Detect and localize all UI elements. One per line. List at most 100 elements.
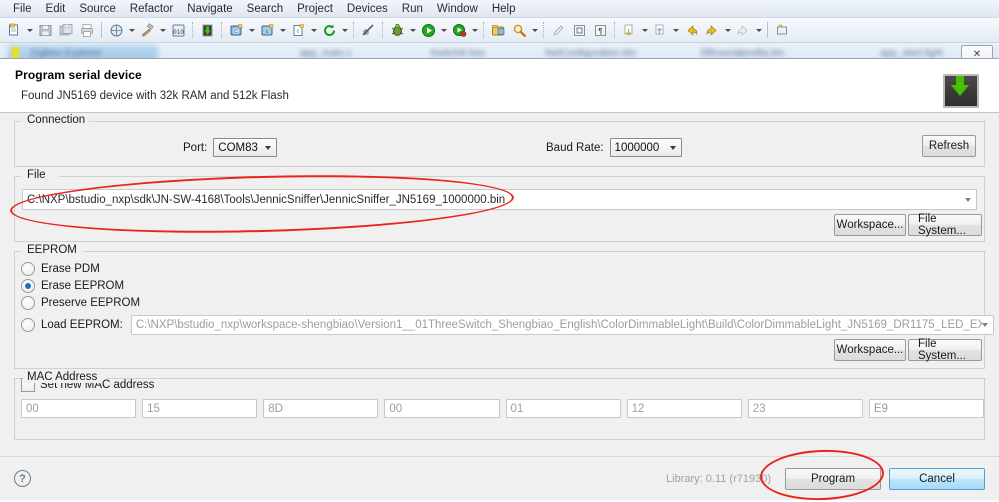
chevron-down-icon: [965, 197, 971, 202]
previous-annotation-dropdown-icon[interactable]: [671, 21, 680, 40]
forward-dropdown-icon[interactable]: [723, 21, 732, 40]
forward-grey-icon[interactable]: [734, 21, 753, 40]
mac-octet-3[interactable]: 00: [384, 399, 500, 418]
port-select[interactable]: COM83: [213, 138, 278, 157]
mac-octet-5[interactable]: 12: [626, 399, 742, 418]
menu-item-refactor[interactable]: Refactor: [123, 0, 180, 18]
mac-octet-1[interactable]: 15: [142, 399, 258, 418]
forward-grey-dropdown-icon[interactable]: [754, 21, 763, 40]
dialog-header: Program serial device Found JN5169 devic…: [0, 59, 999, 113]
menu-item-project[interactable]: Project: [290, 0, 340, 18]
mac-octet-2[interactable]: 8D: [263, 399, 379, 418]
eeprom-group: EEPROM Erase PDM Erase EEPROM Preserve E…: [14, 244, 994, 369]
menu-item-help[interactable]: Help: [485, 0, 523, 18]
menu-item-search[interactable]: Search: [240, 0, 290, 18]
eeprom-option-label: Erase EEPROM: [41, 280, 125, 292]
search-dropdown-icon[interactable]: [530, 21, 539, 40]
set-new-mac-checkbox-row[interactable]: Set new MAC address: [21, 378, 984, 392]
menu-item-window[interactable]: Window: [430, 0, 485, 18]
build-dropdown-icon[interactable]: [127, 21, 136, 40]
port-value: COM83: [218, 141, 258, 154]
menu-bar: File Edit Source Refactor Navigate Searc…: [0, 0, 999, 18]
eeprom-option-load-eeprom[interactable]: Load EEPROM: C:\NXP\bstudio_nxp\workspac…: [21, 315, 994, 335]
program-serial-device-dialog: Program serial device Found JN5169 devic…: [0, 58, 999, 502]
mac-octet-0[interactable]: 00: [21, 399, 137, 418]
connection-legend: Connection: [23, 114, 90, 126]
svg-text:¶: ¶: [598, 27, 602, 36]
debug-dropdown-icon[interactable]: [408, 21, 417, 40]
show-whitespace-icon[interactable]: [570, 21, 589, 40]
cancel-button[interactable]: Cancel: [889, 467, 985, 490]
build-hammer-dropdown-icon[interactable]: [158, 21, 167, 40]
program-button[interactable]: Program: [785, 467, 881, 490]
mac-octet-7[interactable]: E9: [868, 399, 984, 418]
new-file-dropdown-icon[interactable]: [25, 21, 34, 40]
run-icon[interactable]: [419, 21, 438, 40]
file-workspace-button[interactable]: Workspace...: [834, 214, 906, 236]
previous-annotation-icon[interactable]: [651, 21, 670, 40]
menu-item-navigate[interactable]: Navigate: [180, 0, 239, 18]
file-group: File C:\NXP\bstudio_nxp\sdk\JN-SW-4168\T…: [14, 169, 986, 242]
profile-icon[interactable]: [450, 21, 469, 40]
menu-item-devices[interactable]: Devices: [340, 0, 395, 18]
flash-program-icon[interactable]: [198, 21, 217, 40]
back-icon[interactable]: [682, 21, 701, 40]
refresh-dropdown-icon[interactable]: [340, 21, 349, 40]
search-icon[interactable]: [510, 21, 529, 40]
binary-icon[interactable]: 010: [169, 21, 188, 40]
eeprom-option-erase-pdm[interactable]: Erase PDM: [21, 262, 984, 276]
show-marks-icon[interactable]: ¶: [591, 21, 610, 40]
help-icon[interactable]: ?: [14, 470, 31, 487]
mac-address-group: MAC Address Set new MAC address 00 15 8D…: [14, 371, 986, 440]
restore-icon[interactable]: [773, 21, 792, 40]
connection-group: Connection Port: COM83 Baud Rate: 100000…: [14, 114, 986, 167]
menu-item-run[interactable]: Run: [395, 0, 430, 18]
profile-dropdown-icon[interactable]: [470, 21, 479, 40]
new-c-project-dropdown-icon[interactable]: [247, 21, 256, 40]
eeprom-option-preserve-eeprom[interactable]: Preserve EEPROM: [21, 296, 984, 310]
load-eeprom-path-value: C:\NXP\bstudio_nxp\workspace-shengbiao\V…: [135, 319, 982, 331]
load-eeprom-path-combo[interactable]: C:\NXP\bstudio_nxp\workspace-shengbiao\V…: [130, 315, 994, 335]
file-filesystem-button[interactable]: File System...: [908, 213, 982, 237]
menu-item-file[interactable]: File: [6, 0, 39, 18]
new-cpp-project-dropdown-icon[interactable]: [278, 21, 287, 40]
next-annotation-icon[interactable]: [620, 21, 639, 40]
mac-octet-4[interactable]: 01: [505, 399, 621, 418]
file-legend: File: [23, 169, 50, 181]
svg-text:010: 010: [173, 29, 184, 36]
eeprom-option-label: Preserve EEPROM: [41, 297, 141, 309]
refresh-project-icon[interactable]: [320, 21, 339, 40]
eeprom-option-erase-eeprom[interactable]: Erase EEPROM: [21, 279, 984, 293]
menu-item-source[interactable]: Source: [72, 0, 122, 18]
new-file-icon[interactable]: [5, 21, 24, 40]
pencil-icon[interactable]: [549, 21, 568, 40]
run-dropdown-icon[interactable]: [439, 21, 448, 40]
new-c-file-dropdown-icon[interactable]: [309, 21, 318, 40]
mac-octet-6[interactable]: 23: [747, 399, 863, 418]
chevron-down-icon: [265, 145, 272, 150]
refresh-button[interactable]: Refresh: [922, 135, 976, 157]
baud-rate-select[interactable]: 1000000: [609, 138, 682, 157]
library-version-text: Library: 0.11 (r71930): [666, 472, 771, 485]
dialog-subtitle: Found JN5169 device with 32k RAM and 512…: [21, 90, 289, 102]
new-c-project-icon[interactable]: C: [227, 21, 246, 40]
open-perspective-icon[interactable]: [489, 21, 508, 40]
chevron-down-icon: [669, 145, 676, 150]
debug-icon[interactable]: [388, 21, 407, 40]
forward-icon[interactable]: [703, 21, 722, 40]
skip-breakpoints-icon[interactable]: [359, 21, 378, 40]
eeprom-filesystem-button[interactable]: File System...: [908, 338, 982, 362]
file-path-combo[interactable]: C:\NXP\bstudio_nxp\sdk\JN-SW-4168\Tools\…: [22, 189, 977, 210]
build-hammer-icon[interactable]: [138, 21, 157, 40]
dialog-title: Program serial device: [15, 68, 142, 82]
svg-text:C: C: [234, 29, 238, 35]
new-c-file-icon[interactable]: c: [289, 21, 308, 40]
save-icon[interactable]: [36, 21, 55, 40]
save-all-icon[interactable]: [57, 21, 76, 40]
next-annotation-dropdown-icon[interactable]: [640, 21, 649, 40]
menu-item-edit[interactable]: Edit: [39, 0, 73, 18]
build-icon[interactable]: [107, 21, 126, 40]
print-icon[interactable]: [78, 21, 97, 40]
eeprom-workspace-button[interactable]: Workspace...: [834, 339, 906, 361]
new-cpp-project-icon[interactable]: c: [258, 21, 277, 40]
